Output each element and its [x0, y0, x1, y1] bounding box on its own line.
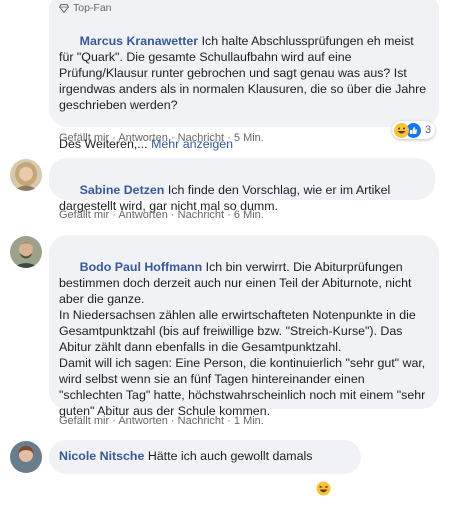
badge-label: Top-Fan [73, 2, 112, 14]
laughing-emoji-icon [316, 449, 331, 495]
avatar[interactable] [10, 159, 42, 191]
timestamp[interactable]: 6 Min. [234, 209, 264, 221]
like-link[interactable]: Gefällt mir [59, 132, 109, 144]
like-link[interactable]: Gefällt mir [59, 415, 109, 427]
comment-actions: Gefällt mir · Antworten · Nachricht · 1 … [59, 415, 264, 427]
comment-actions: Gefällt mir · Antworten · Nachricht · 6 … [59, 209, 264, 221]
reply-link[interactable]: Antworten [118, 132, 168, 144]
avatar[interactable] [10, 236, 42, 268]
top-fan-badge: Top-Fan [59, 1, 427, 15]
haha-reaction-icon [394, 122, 409, 138]
reaction-summary[interactable]: 3 [392, 121, 436, 139]
message-link[interactable]: Nachricht [178, 209, 224, 221]
diamond-icon [59, 3, 69, 13]
comment-bubble: Bodo Paul Hoffmann Ich bin verwirrt. Die… [49, 235, 439, 418]
timestamp[interactable]: 1 Min. [234, 415, 264, 427]
comment-text: Ich bin verwirrt. Die Abiturprüfungen be… [59, 260, 426, 418]
reply-link[interactable]: Antworten [118, 415, 168, 427]
message-link[interactable]: Nachricht [178, 132, 224, 144]
comment-bubble: Sabine Detzen Ich finde den Vorschlag, w… [49, 158, 435, 213]
timestamp[interactable]: 5 Min. [234, 132, 264, 144]
reaction-count: 3 [425, 124, 432, 136]
comment-actions: Gefällt mir · Antworten · Nachricht · 5 … [59, 132, 264, 144]
author-name[interactable]: Nicole Nitsche [59, 448, 144, 464]
message-link[interactable]: Nachricht [178, 415, 224, 427]
author-name[interactable]: Marcus Kranawetter [80, 34, 198, 48]
like-link[interactable]: Gefällt mir [59, 209, 109, 221]
author-name[interactable]: Bodo Paul Hoffmann [80, 260, 203, 274]
comment-bubble: Nicole Nitsche Hätte ich auch gewollt da… [49, 440, 361, 495]
reply-link[interactable]: Antworten [118, 209, 168, 221]
comment-text: Hätte ich auch gewollt damals [147, 449, 313, 463]
avatar[interactable] [10, 441, 42, 473]
author-name[interactable]: Sabine Detzen [80, 183, 165, 197]
comment-bubble: Top-Fan Marcus Kranawetter Ich halte Abs… [49, 0, 439, 151]
